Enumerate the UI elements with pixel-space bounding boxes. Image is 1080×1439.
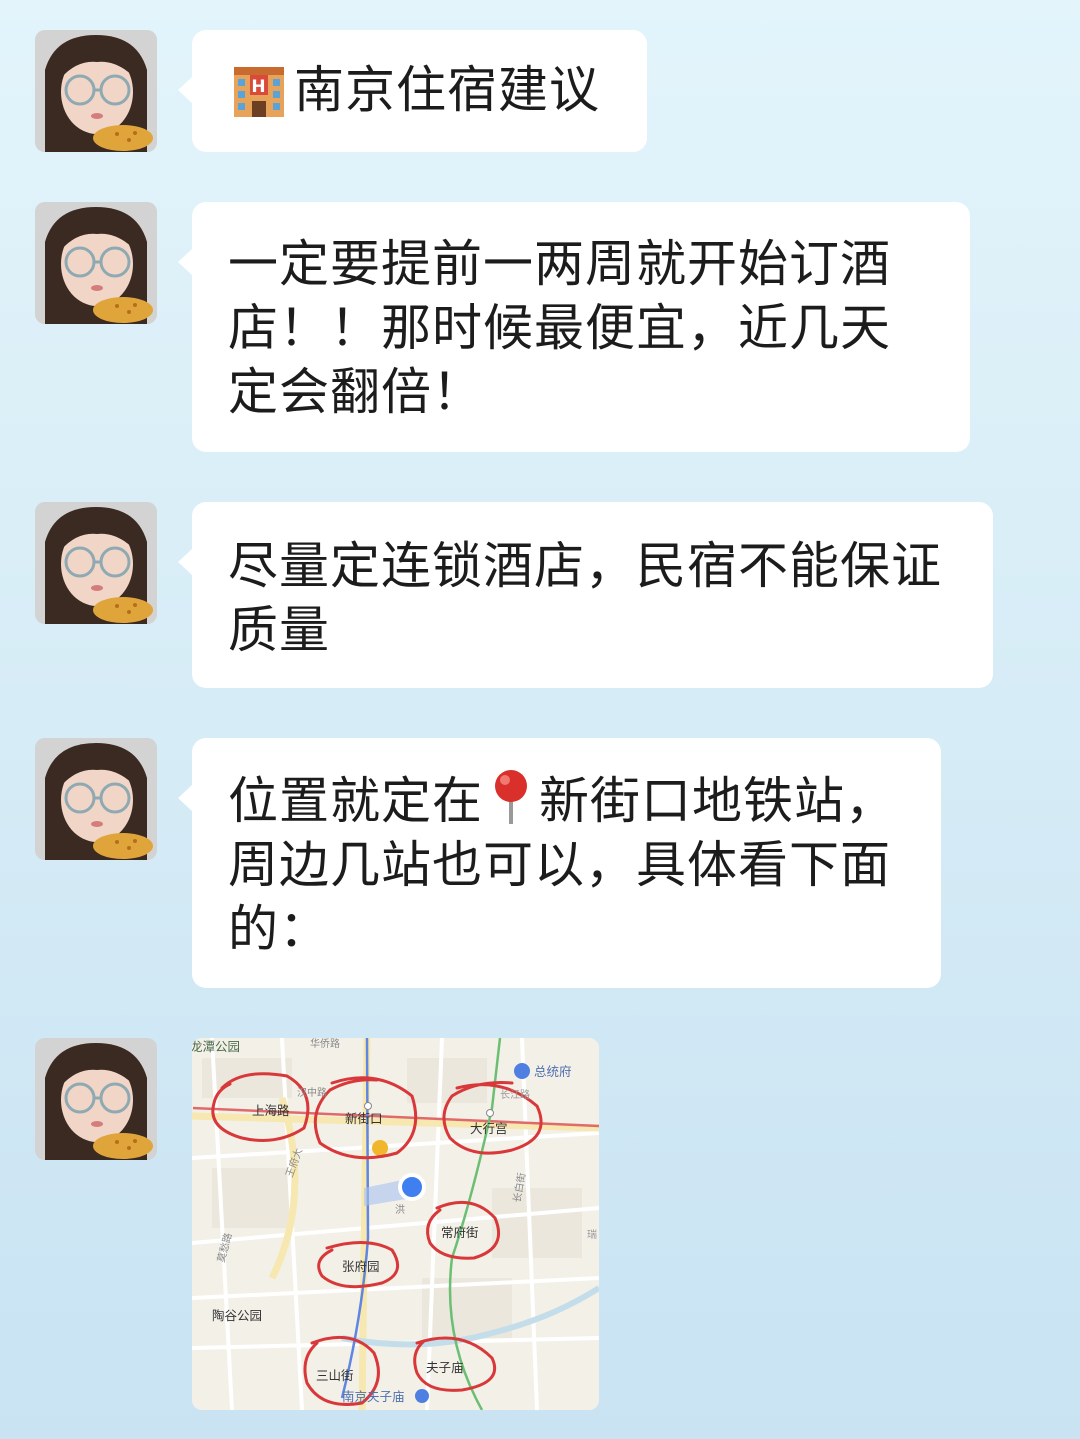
avatar[interactable] <box>35 202 157 324</box>
map-image-message[interactable]: 龙潭公园 华侨路 汉中路 上海路 新街口 大行宫 总统府 长江路 王府大 洪 长… <box>192 1038 599 1410</box>
message-bubble[interactable]: H 南京住宿建议 <box>178 30 647 152</box>
map-label-nanjing-fuzimiao: 南京夫子庙 <box>342 1389 405 1404</box>
hotel-icon: H <box>234 67 284 117</box>
avatar[interactable] <box>35 30 157 152</box>
map-label-taogu-park: 陶谷公园 <box>212 1308 262 1323</box>
map-label-xinjiekou: 新街口 <box>345 1111 383 1126</box>
map-label-fuzimiao: 夫子庙 <box>426 1360 464 1375</box>
pin-icon <box>495 770 527 824</box>
message-bubble[interactable]: 位置就定在 新街口地铁站，周边几站也可以，具体看下面的： <box>178 738 941 988</box>
message-bubble[interactable]: 尽量定连锁酒店，民宿不能保证质量 <box>178 502 993 688</box>
map-label-zhangfuyuan: 张府园 <box>342 1259 380 1274</box>
map-label-hong: 洪 <box>395 1204 405 1216</box>
map-image[interactable]: 龙潭公园 华侨路 汉中路 上海路 新街口 大行宫 总统府 长江路 王府大 洪 长… <box>192 1038 599 1410</box>
map-label-changjiang: 长江路 <box>500 1088 530 1101</box>
message-text: 南京住宿建议 <box>294 61 600 119</box>
message-text: 一定要提前一两周就开始订酒店！！那时候最便宜，近几天定会翻倍！ <box>228 235 891 421</box>
map-label-rui: 瑞 <box>587 1229 597 1241</box>
message-text: 尽量定连锁酒店，民宿不能保证质量 <box>228 537 942 659</box>
map-label-changfujie: 常府街 <box>441 1225 479 1240</box>
map-label-hanzhong: 汉中路 <box>297 1086 327 1099</box>
map-label-daxinggong: 大行宫 <box>470 1121 508 1136</box>
map-label-road-top: 华侨路 <box>310 1038 340 1050</box>
map-label-park-top: 龙潭公园 <box>192 1039 240 1054</box>
message-bubble[interactable]: 一定要提前一两周就开始订酒店！！那时候最便宜，近几天定会翻倍！ <box>178 202 970 452</box>
president-palace-icon <box>514 1063 530 1079</box>
message-text: 位置就定在 <box>228 772 483 830</box>
avatar[interactable] <box>35 738 157 860</box>
fuzimiao-station-icon <box>415 1389 429 1403</box>
map-label-zongtongfu: 总统府 <box>534 1064 572 1079</box>
avatar[interactable] <box>35 1038 157 1160</box>
poi-icon <box>372 1140 388 1156</box>
map-label-shanghai-road: 上海路 <box>252 1103 290 1118</box>
current-location-marker <box>398 1173 426 1201</box>
svg-text:H: H <box>251 77 266 97</box>
avatar[interactable] <box>35 502 157 624</box>
map-label-sanshanjie: 三山街 <box>316 1368 354 1383</box>
